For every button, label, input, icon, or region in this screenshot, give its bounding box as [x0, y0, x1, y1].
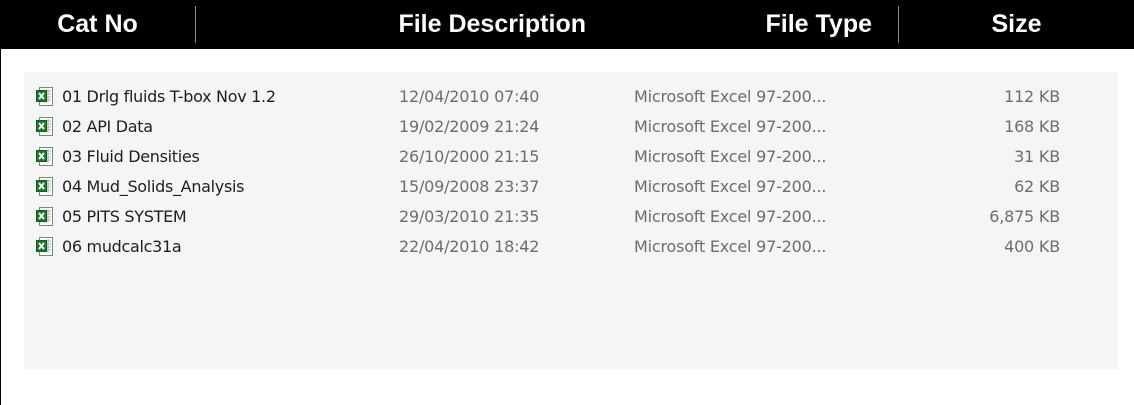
- file-row[interactable]: 03 Fluid Densities 26/10/2000 21:15 Micros…: [24, 142, 1118, 172]
- file-type: Microsoft Excel 97-200...: [634, 237, 827, 256]
- excel-file-icon: [36, 237, 54, 257]
- column-header-label: File Description: [398, 10, 586, 38]
- file-date: 26/10/2000 21:15: [399, 147, 540, 166]
- excel-file-icon: [36, 177, 54, 197]
- column-header-cat-no[interactable]: Cat No: [0, 0, 195, 49]
- file-date: 12/04/2010 07:40: [399, 87, 540, 106]
- excel-file-icon: [36, 117, 54, 137]
- file-row[interactable]: 01 Drlg fluids T-box Nov 1.2 12/04/2010 0…: [24, 82, 1118, 112]
- file-name: 02 API Data: [62, 117, 153, 136]
- file-type: Microsoft Excel 97-200...: [634, 147, 827, 166]
- file-row[interactable]: 02 API Data 19/02/2009 21:24 Microsoft Exc…: [24, 112, 1118, 142]
- file-size: 6,875 KB: [989, 207, 1060, 226]
- file-type: Microsoft Excel 97-200...: [634, 87, 827, 106]
- file-row[interactable]: 04 Mud_Solids_Analysis 15/09/2008 23:37 Mi…: [24, 172, 1118, 202]
- file-size: 31 KB: [1014, 147, 1060, 166]
- excel-file-icon: [36, 207, 54, 227]
- file-type: Microsoft Excel 97-200...: [634, 117, 827, 136]
- file-type: Microsoft Excel 97-200...: [634, 207, 827, 226]
- file-size: 62 KB: [1014, 177, 1060, 196]
- file-name: 01 Drlg fluids T-box Nov 1.2: [62, 87, 276, 106]
- file-date: 22/04/2010 18:42: [399, 237, 540, 256]
- excel-file-icon: [36, 87, 54, 107]
- column-header-label: Size: [991, 10, 1042, 38]
- file-size: 400 KB: [1004, 237, 1060, 256]
- column-header-file-description[interactable]: File Description: [196, 0, 686, 49]
- file-date: 15/09/2008 23:37: [399, 177, 540, 196]
- file-list: 01 Drlg fluids T-box Nov 1.2 12/04/2010 0…: [24, 72, 1118, 369]
- file-row[interactable]: 06 mudcalc31a 22/04/2010 18:42 Microsoft E…: [24, 232, 1118, 262]
- column-header-label: File Type: [765, 10, 872, 38]
- column-header-size[interactable]: Size: [899, 0, 1134, 49]
- file-date: 19/02/2009 21:24: [399, 117, 540, 136]
- file-name: 04 Mud_Solids_Analysis: [62, 177, 245, 196]
- column-header-bar: Cat No File Description File Type Size: [0, 0, 1134, 49]
- excel-file-icon: [36, 147, 54, 167]
- file-size: 168 KB: [1004, 117, 1060, 136]
- column-header-file-type[interactable]: File Type: [686, 0, 898, 49]
- file-size: 112 KB: [1004, 87, 1060, 106]
- file-name: 05 PITS SYSTEM: [62, 207, 187, 226]
- file-name: 06 mudcalc31a: [62, 237, 182, 256]
- file-row[interactable]: 05 PITS SYSTEM 29/03/2010 21:35 Microsoft …: [24, 202, 1118, 232]
- column-header-label: Cat No: [57, 10, 138, 38]
- file-date: 29/03/2010 21:35: [399, 207, 540, 226]
- file-type: Microsoft Excel 97-200...: [634, 177, 827, 196]
- file-name: 03 Fluid Densities: [62, 147, 200, 166]
